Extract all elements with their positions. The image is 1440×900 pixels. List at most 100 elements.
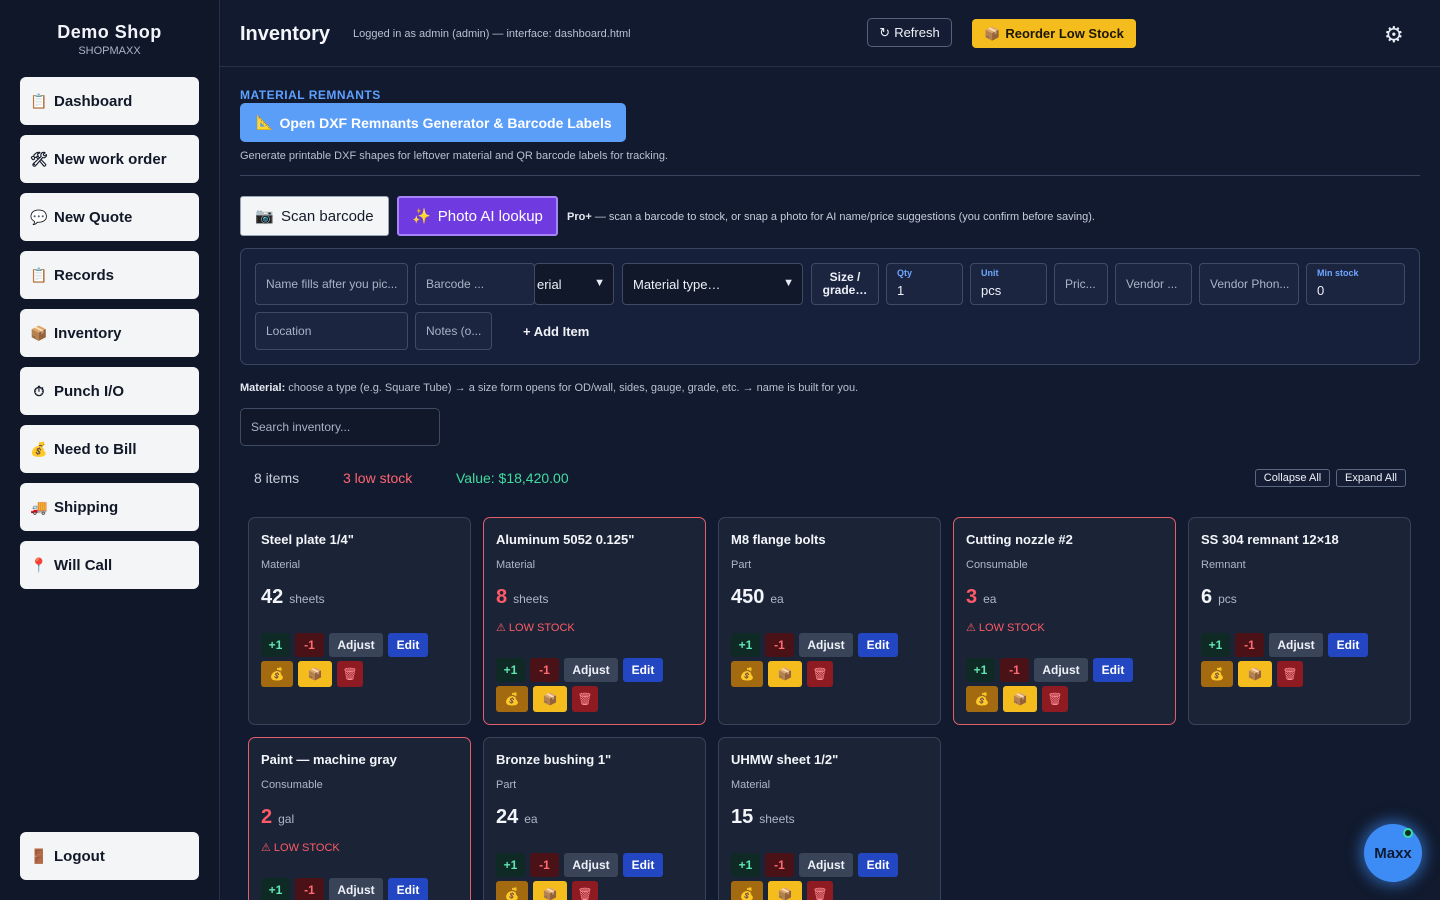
- trash-icon[interactable]: 🗑: [1042, 686, 1068, 712]
- expand-all-button[interactable]: Expand All: [1336, 469, 1406, 487]
- quantity-actions: +1 -1 Adjust Edit: [496, 853, 663, 877]
- money-bag-icon[interactable]: 💰: [261, 661, 293, 687]
- adjust-button[interactable]: Adjust: [564, 658, 618, 682]
- nav-new-work-order[interactable]: 🛠 New work order: [20, 135, 199, 183]
- barcode-input[interactable]: Barcode ...: [415, 263, 535, 305]
- box-icon[interactable]: 📦: [768, 661, 802, 687]
- name-input[interactable]: Name fills after you pic...: [255, 263, 408, 305]
- money-bag-icon[interactable]: 💰: [1201, 661, 1233, 687]
- money-bag-icon[interactable]: 💰: [731, 881, 763, 900]
- adjust-button[interactable]: Adjust: [564, 853, 618, 877]
- collapse-all-button[interactable]: Collapse All: [1255, 469, 1330, 487]
- min-stock-field[interactable]: Min stock 0: [1306, 263, 1405, 305]
- increment-button[interactable]: +1: [966, 658, 995, 682]
- adjust-button[interactable]: Adjust: [799, 633, 853, 657]
- nav-shipping[interactable]: 🚚 Shipping: [20, 483, 199, 531]
- decrement-button[interactable]: -1: [295, 878, 324, 900]
- logout-button[interactable]: 🚪 Logout: [20, 832, 199, 880]
- money-bag-icon[interactable]: 💰: [496, 881, 528, 900]
- nav-punch-io[interactable]: ⏱ Punch I/O: [20, 367, 199, 415]
- logout-label: Logout: [54, 847, 105, 865]
- open-dxf-remnants-button[interactable]: 📐 Open DXF Remnants Generator & Barcode …: [240, 103, 626, 142]
- search-input[interactable]: Search inventory...: [240, 408, 440, 446]
- min-stock-value: 0: [1317, 282, 1325, 298]
- decrement-button[interactable]: -1: [530, 853, 559, 877]
- increment-button[interactable]: +1: [261, 878, 290, 900]
- adjust-button[interactable]: Adjust: [799, 853, 853, 877]
- increment-button[interactable]: +1: [496, 658, 525, 682]
- box-icon[interactable]: 📦: [533, 686, 567, 712]
- item-name: Aluminum 5052 0.125": [496, 532, 635, 547]
- trash-icon[interactable]: 🗑: [572, 686, 598, 712]
- money-bag-icon[interactable]: 💰: [966, 686, 998, 712]
- increment-button[interactable]: +1: [731, 633, 760, 657]
- edit-button[interactable]: Edit: [1093, 658, 1133, 682]
- decrement-button[interactable]: -1: [530, 658, 559, 682]
- increment-button[interactable]: +1: [261, 633, 290, 657]
- gear-icon[interactable]: ⚙: [1384, 22, 1404, 48]
- material-note-label: Material:: [240, 382, 286, 394]
- edit-button[interactable]: Edit: [1328, 633, 1368, 657]
- increment-button[interactable]: +1: [496, 853, 525, 877]
- edit-button[interactable]: Edit: [388, 878, 428, 900]
- scan-barcode-button[interactable]: 📷 Scan barcode: [240, 196, 389, 236]
- material-category-select[interactable]: erial ▼: [534, 263, 614, 305]
- box-icon[interactable]: 📦: [1003, 686, 1037, 712]
- unit-value: pcs: [981, 282, 1002, 298]
- vendor-phone-input[interactable]: Vendor Phon...: [1199, 263, 1299, 305]
- increment-button[interactable]: +1: [1201, 633, 1230, 657]
- adjust-button[interactable]: Adjust: [1034, 658, 1088, 682]
- edit-button[interactable]: Edit: [858, 633, 898, 657]
- trash-icon[interactable]: 🗑: [572, 881, 598, 900]
- online-status-dot: [1403, 828, 1413, 838]
- unit-label: Unit: [981, 268, 999, 278]
- nav-new-quote[interactable]: 💬 New Quote: [20, 193, 199, 241]
- box-icon[interactable]: 📦: [533, 881, 567, 900]
- decrement-button[interactable]: -1: [765, 633, 794, 657]
- location-input[interactable]: Location: [255, 312, 408, 350]
- refresh-button[interactable]: ↻ Refresh: [867, 18, 952, 47]
- notes-input[interactable]: Notes (o...: [415, 312, 492, 350]
- price-input[interactable]: Pric...: [1054, 263, 1108, 305]
- reorder-low-stock-button[interactable]: 📦 Reorder Low Stock: [972, 19, 1136, 48]
- vendor-input[interactable]: Vendor ...: [1115, 263, 1192, 305]
- unit-field[interactable]: Unit pcs: [970, 263, 1047, 305]
- quantity-actions: +1 -1 Adjust Edit: [966, 658, 1133, 682]
- decrement-button[interactable]: -1: [295, 633, 324, 657]
- quantity-unit: ea: [770, 592, 784, 606]
- adjust-button[interactable]: Adjust: [1269, 633, 1323, 657]
- add-item-button[interactable]: + Add Item: [523, 324, 589, 339]
- increment-button[interactable]: +1: [731, 853, 760, 877]
- edit-button[interactable]: Edit: [388, 633, 428, 657]
- adjust-button[interactable]: Adjust: [329, 878, 383, 900]
- clipboard-icon: 📋: [30, 266, 48, 283]
- box-icon[interactable]: 📦: [1238, 661, 1272, 687]
- nav-records[interactable]: 📋 Records: [20, 251, 199, 299]
- nav-need-to-bill[interactable]: 💰 Need to Bill: [20, 425, 199, 473]
- adjust-button[interactable]: Adjust: [329, 633, 383, 657]
- edit-button[interactable]: Edit: [623, 853, 663, 877]
- size-grade-button[interactable]: Size / grade…: [811, 263, 879, 305]
- nav-will-call[interactable]: 📍 Will Call: [20, 541, 199, 589]
- nav-inventory[interactable]: 📦 Inventory: [20, 309, 199, 357]
- box-icon[interactable]: 📦: [768, 881, 802, 900]
- trash-icon[interactable]: 🗑: [1277, 661, 1303, 687]
- photo-ai-lookup-button[interactable]: ✨ Photo AI lookup: [397, 196, 558, 236]
- decrement-button[interactable]: -1: [1235, 633, 1264, 657]
- money-bag-icon[interactable]: 💰: [731, 661, 763, 687]
- decrement-button[interactable]: -1: [1000, 658, 1029, 682]
- low-stock-badge: ⚠ LOW STOCK: [261, 842, 340, 854]
- edit-button[interactable]: Edit: [623, 658, 663, 682]
- trash-icon[interactable]: 🗑: [337, 661, 363, 687]
- maxx-assistant-button[interactable]: Maxx: [1364, 824, 1422, 882]
- box-icon[interactable]: 📦: [298, 661, 332, 687]
- money-bag-icon[interactable]: 💰: [496, 686, 528, 712]
- qty-field[interactable]: Qty 1: [886, 263, 963, 305]
- trash-icon[interactable]: 🗑: [807, 661, 833, 687]
- edit-button[interactable]: Edit: [858, 853, 898, 877]
- item-name: Cutting nozzle #2: [966, 532, 1073, 547]
- trash-icon[interactable]: 🗑: [807, 881, 833, 900]
- material-type-select[interactable]: Material type… ▼: [622, 263, 803, 305]
- nav-dashboard[interactable]: 📋 Dashboard: [20, 77, 199, 125]
- decrement-button[interactable]: -1: [765, 853, 794, 877]
